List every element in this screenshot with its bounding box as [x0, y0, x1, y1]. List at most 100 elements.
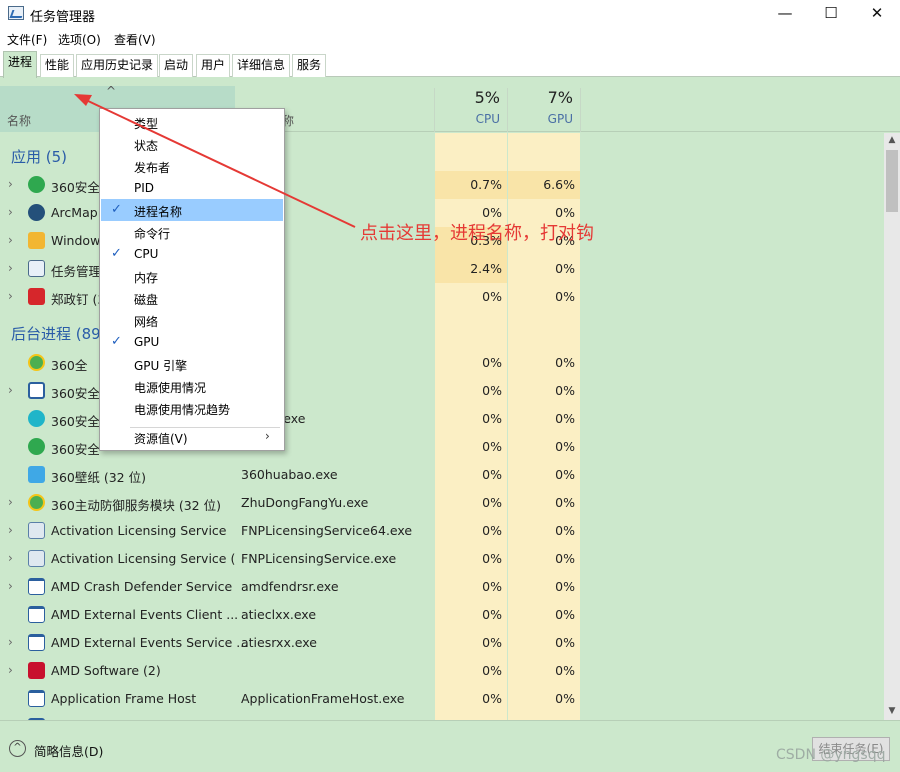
cpu-usage-cell: 0% [482, 355, 502, 370]
cpu-usage-cell: 0% [482, 691, 502, 706]
table-row[interactable]: ›AppGPT BMR (32 位)AppGPT...0%0% [0, 713, 884, 720]
menu-file[interactable]: 文件(F) [7, 31, 47, 48]
menu-item-column-option[interactable]: 状态 [101, 133, 283, 155]
table-row[interactable]: › Activation Licensing Service (FNPLicens… [0, 545, 884, 573]
360-browser-icon [28, 176, 45, 193]
window-title: 任务管理器 [30, 10, 96, 25]
expand-chevron-icon[interactable]: › [8, 579, 13, 593]
expand-chevron-icon[interactable]: › [8, 233, 13, 247]
cpu-usage-cell: 0% [482, 523, 502, 538]
menu-item-column-option[interactable]: 磁盘 [101, 287, 283, 309]
table-row[interactable]: › Activation Licensing Service FNPLicensin… [0, 517, 884, 545]
cpu-usage-cell: 0% [482, 579, 502, 594]
menu-item-column-option[interactable]: 发布者 [101, 155, 283, 177]
expand-chevron-icon[interactable]: › [8, 523, 13, 537]
menu-item-label: 进程名称 [134, 205, 183, 219]
scroll-up-icon[interactable]: ▲ [884, 135, 900, 145]
expand-chevron-icon[interactable]: › [8, 177, 13, 191]
name-column-label: 名称 [7, 114, 32, 128]
expand-chevron-icon[interactable]: › [8, 205, 13, 219]
process-display-name: 360主动防御服务模块 (32 位) [51, 498, 221, 513]
menu-item-label: 资源值(V) [134, 432, 188, 446]
360-wallpaper-icon [28, 466, 45, 483]
checkmark-icon: ✓ [111, 202, 122, 217]
process-executable-name: ZhuDongFangYu.exe [241, 495, 369, 510]
expand-chevron-icon[interactable]: › [8, 383, 13, 397]
table-row[interactable]: › 360主动防御服务模块 (32 位) ZhuDongFangYu.exe 0% 0% [0, 489, 884, 517]
table-row[interactable]: AMD External Events Client ... atieclxx.e… [0, 601, 884, 629]
process-display-name: Activation Licensing Service [51, 523, 227, 538]
expand-chevron-icon[interactable]: › [8, 663, 13, 677]
menu-item-column-option[interactable]: 命令行 [101, 221, 283, 243]
menu-item-column-option[interactable]: 资源值(V) › [101, 426, 283, 448]
app-window-icon [28, 606, 45, 623]
gpu-total-percent: 7% [547, 88, 573, 107]
process-display-name: Application Frame Host [51, 691, 197, 706]
cpu-usage-cell: 0% [482, 289, 502, 304]
menu-item-label: 电源使用情况趋势 [134, 403, 231, 417]
watermark: CSDN @yngsqq [776, 747, 886, 763]
tab-users[interactable]: 用户 [196, 54, 231, 77]
menu-item-column-option[interactable]: GPU 引擎 [101, 353, 283, 375]
gpu-usage-cell: 0% [555, 205, 575, 220]
gpu-usage-cell: 0% [555, 355, 575, 370]
tab-app-history[interactable]: 应用历史记录 [76, 54, 159, 77]
table-row[interactable]: › AMD Software (2) 0% 0% [0, 657, 884, 685]
status-bar: ^ 简略信息(D) 结束任务(E) CSDN @yngsqq [0, 720, 900, 772]
tab-processes[interactable]: 进程 [3, 51, 38, 78]
tab-performance[interactable]: 性能 [40, 54, 75, 77]
scroll-thumb[interactable] [886, 150, 898, 212]
task-manager-window: 任务管理器 — ☐ ✕ 文件(F) 选项(O) 查看(V) 进程 性能 应用历史… [0, 0, 900, 772]
gpu-usage-cell: 0% [555, 289, 575, 304]
tab-services[interactable]: 服务 [292, 54, 327, 77]
menu-item-column-option[interactable]: 类型 [101, 111, 283, 133]
gpu-column-label[interactable]: GPU [503, 112, 573, 126]
close-button[interactable]: ✕ [854, 0, 900, 28]
chevron-up-circle-icon[interactable]: ^ [9, 740, 26, 757]
menu-view[interactable]: 查看(V) [114, 31, 156, 48]
fewer-details-link[interactable]: 简略信息(D) [34, 741, 103, 760]
gpu-usage-cell: 0% [555, 691, 575, 706]
menu-item-column-option[interactable]: ✓ 进程名称 [101, 199, 283, 221]
gpu-usage-cell: 0% [555, 495, 575, 510]
menu-item-column-option[interactable]: PID [101, 177, 283, 199]
table-row[interactable]: 360壁纸 (32 位) 360huabao.exe 0% 0% [0, 461, 884, 489]
gpu-usage-cell: 0% [555, 467, 575, 482]
process-display-name: 360安全 [51, 180, 100, 195]
expand-chevron-icon[interactable]: › [8, 261, 13, 275]
table-row[interactable]: › AMD External Events Service ... atiesrxx… [0, 629, 884, 657]
table-row[interactable]: › AMD Crash Defender Service amdfendrsr.ex… [0, 573, 884, 601]
app-window-icon [28, 578, 45, 595]
process-display-name: 360壁纸 (32 位) [51, 470, 146, 485]
cpu-usage-cell: 2.4% [470, 261, 502, 276]
menu-item-column-option[interactable]: 电源使用情况趋势 [101, 397, 283, 419]
tab-startup[interactable]: 启动 [159, 54, 194, 77]
menu-item-label: GPU [134, 335, 160, 349]
expand-chevron-icon[interactable]: › [8, 495, 13, 509]
menu-item-column-option[interactable]: ✓ CPU [101, 243, 283, 265]
expand-chevron-icon[interactable]: › [8, 551, 13, 565]
menu-item-column-option[interactable]: 网络 [101, 309, 283, 331]
menu-options[interactable]: 选项(O) [58, 31, 101, 48]
menu-item-column-option[interactable]: ✓ GPU [101, 331, 283, 353]
process-display-name: 360安全 [51, 442, 100, 457]
minimize-button[interactable]: — [762, 0, 808, 28]
expand-chevron-icon[interactable]: › [8, 289, 13, 303]
360-shield-icon [28, 494, 45, 511]
cpu-column-label[interactable]: CPU [430, 112, 500, 126]
menu-item-column-option[interactable]: 电源使用情况 [101, 375, 283, 397]
tab-details[interactable]: 详细信息 [232, 54, 291, 77]
scroll-down-icon[interactable]: ▼ [884, 706, 900, 716]
cpu-usage-cell: 0% [482, 551, 502, 566]
menu-item-column-option[interactable]: 内存 [101, 265, 283, 287]
vertical-scrollbar[interactable]: ▲ ▼ [884, 133, 900, 720]
annotation-text: 点击这里，进程名称，打对钩 [360, 223, 594, 244]
expand-chevron-icon[interactable]: › [8, 635, 13, 649]
sort-indicator-icon: ^ [106, 84, 117, 98]
task-manager-icon [28, 260, 45, 277]
table-row[interactable]: Application Frame Host ApplicationFrameHo… [0, 685, 884, 713]
cpu-usage-cell: 0% [482, 663, 502, 678]
column-context-menu: 类型 状态 发布者 PID ✓ 进程名称 命令行 ✓ CPU 内存 磁盘 网络 ✓ GPU GPU 引擎 电源… [99, 108, 285, 451]
checkmark-icon: ✓ [111, 246, 122, 261]
maximize-button[interactable]: ☐ [808, 0, 854, 28]
